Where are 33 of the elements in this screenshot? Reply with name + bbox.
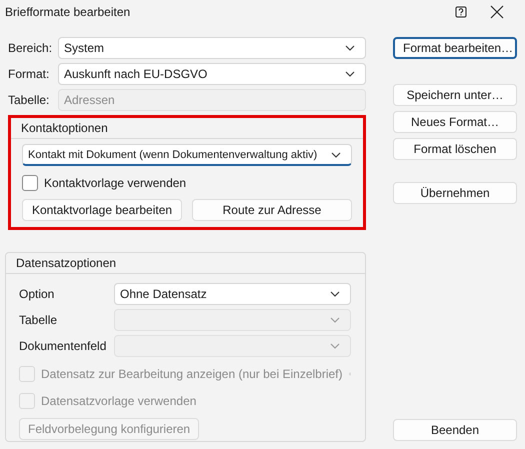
checkbox[interactable] [22, 175, 38, 191]
dropdown[interactable]: Kontakt mit Dokument (wenn Dokumentenverwaltung aktiv) [22, 144, 352, 166]
group-title: Datensatzoptionen [6, 253, 365, 274]
button[interactable]: Speichern unter… [393, 84, 517, 106]
chevron-down-icon [330, 317, 340, 323]
button[interactable]: Route zur Adresse [192, 199, 352, 221]
field-label: Dokumentenfeld [19, 339, 108, 353]
chevron-down-icon [331, 152, 341, 158]
field-label: Option [19, 287, 56, 301]
dropdown[interactable]: Ohne Datensatz [114, 283, 351, 305]
chevron-down-icon [345, 45, 355, 51]
window-title: Briefformate bearbeiten [5, 5, 132, 19]
field-label: Tabelle [19, 313, 58, 327]
field-label: Format: [8, 67, 50, 81]
button[interactable]: Kontaktvorlage bearbeiten [22, 199, 182, 221]
button[interactable]: Beenden [393, 419, 517, 441]
chevron-down-icon [330, 343, 340, 349]
help-icon[interactable] [453, 4, 469, 20]
button[interactable]: Format löschen [393, 138, 517, 160]
field-label: Bereich: [8, 41, 54, 55]
chevron-down-icon [330, 291, 340, 297]
checkbox-label: Datensatz zur Bearbeitung anzeigen (nur bei Einzelbrief) [41, 367, 343, 381]
dropdown[interactable]: Auskunft nach EU-DSGVO [58, 63, 366, 85]
chevron-down-icon [345, 71, 355, 77]
close-icon[interactable] [489, 4, 505, 20]
group-title: Kontaktoptionen [11, 118, 363, 139]
button[interactable]: Format bearbeiten… [393, 37, 517, 59]
checkbox-label: Datensatzvorlage verwenden [41, 394, 196, 408]
checkbox-label: Kontaktvorlage verwenden [44, 176, 186, 190]
button[interactable]: Übernehmen [393, 182, 517, 204]
button[interactable]: Neues Format… [393, 111, 517, 133]
field-label: Tabelle: [8, 93, 50, 107]
dropdown[interactable]: System [58, 37, 366, 59]
